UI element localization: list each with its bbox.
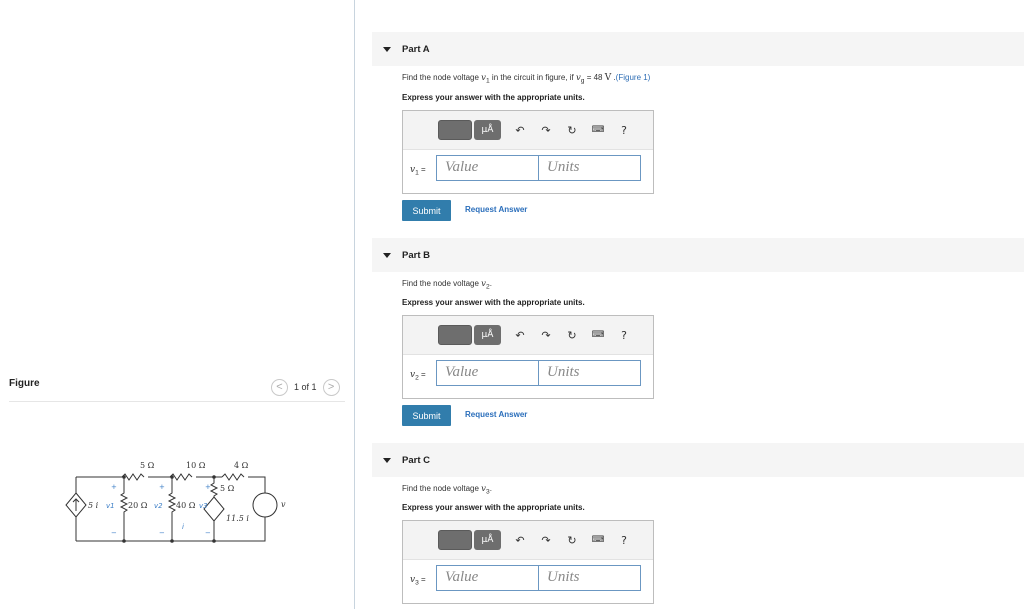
svg-text:−: −: [159, 529, 165, 537]
figure-link[interactable]: (Figure 1): [616, 73, 651, 82]
label-v3: v3: [199, 502, 208, 510]
keyboard-icon[interactable]: ⌨: [591, 122, 605, 138]
part-a-instruction: Express your answer with the appropriate…: [402, 93, 585, 102]
next-figure-button[interactable]: >: [322, 378, 340, 396]
templates-button[interactable]: [438, 120, 472, 140]
pane-divider[interactable]: [354, 0, 355, 609]
chevron-left-icon: <: [276, 380, 283, 393]
keyboard-icon[interactable]: ⌨: [591, 532, 605, 548]
label-source-5i: 5 i: [88, 501, 99, 510]
figure-pager: < 1 of 1 >: [271, 378, 340, 396]
units-input[interactable]: Units: [538, 360, 641, 386]
v3-label: v3 =: [410, 575, 426, 587]
figure-pane: Figure < 1 of 1 > 5 Ω 10 Ω 4 Ω 20 Ω 40 Ω…: [0, 0, 354, 609]
part-b-header[interactable]: Part B: [372, 238, 1024, 272]
svg-text:+: +: [205, 483, 211, 491]
value-input[interactable]: Value: [436, 155, 539, 181]
part-a-question: Find the node voltage v1 in the circuit …: [402, 73, 651, 85]
svg-text:+: +: [111, 483, 117, 491]
label-v1: v1: [106, 502, 115, 510]
part-b-submit-button[interactable]: Submit: [402, 405, 451, 426]
templates-button[interactable]: [438, 530, 472, 550]
circuit-diagram[interactable]: 5 Ω 10 Ω 4 Ω 20 Ω 40 Ω 5 Ω 5 i 11.5 i v …: [62, 455, 292, 555]
label-v2: v2: [154, 502, 163, 510]
undo-icon[interactable]: ↶: [513, 327, 527, 343]
chevron-right-icon: >: [327, 380, 335, 393]
reset-icon[interactable]: ↻: [565, 122, 579, 138]
reset-icon[interactable]: ↻: [565, 532, 579, 548]
label-r-40-ohm: 40 Ω: [176, 501, 196, 510]
part-b-question: Find the node voltage v2.: [402, 279, 492, 291]
caret-down-icon: [383, 457, 391, 463]
figure-title: Figure: [9, 378, 40, 389]
label-r-4-ohm: 4 Ω: [234, 461, 249, 470]
units-button[interactable]: μÅ: [474, 120, 501, 140]
figure-page-label: 1 of 1: [294, 382, 317, 392]
caret-down-icon: [383, 46, 391, 52]
label-source-11-5i: 11.5 i: [226, 514, 249, 523]
label-r-5b-ohm: 5 Ω: [220, 484, 235, 493]
keyboard-icon[interactable]: ⌨: [591, 327, 605, 343]
part-c-answer-box: μÅ ↶ ↷ ↻ ⌨ ? v3 = Value Units: [402, 520, 654, 604]
value-input[interactable]: Value: [436, 360, 539, 386]
svg-text:−: −: [111, 529, 117, 537]
part-c-header[interactable]: Part C: [372, 443, 1024, 477]
svg-text:−: −: [205, 529, 211, 537]
part-a-submit-button[interactable]: Submit: [402, 200, 451, 221]
label-current: i: [182, 523, 184, 531]
part-b-request-answer-link[interactable]: Request Answer: [465, 410, 527, 419]
units-input[interactable]: Units: [538, 565, 641, 591]
undo-icon[interactable]: ↶: [513, 122, 527, 138]
redo-icon[interactable]: ↷: [539, 327, 553, 343]
redo-icon[interactable]: ↷: [539, 532, 553, 548]
reset-icon[interactable]: ↻: [565, 327, 579, 343]
redo-icon[interactable]: ↷: [539, 122, 553, 138]
caret-down-icon: [383, 252, 391, 258]
label-r-20-ohm: 20 Ω: [128, 501, 148, 510]
part-b-instruction: Express your answer with the appropriate…: [402, 298, 585, 307]
part-a-request-answer-link[interactable]: Request Answer: [465, 205, 527, 214]
part-c-instruction: Express your answer with the appropriate…: [402, 503, 585, 512]
label-r-5-ohm: 5 Ω: [140, 461, 155, 470]
units-input[interactable]: Units: [538, 155, 641, 181]
figure-divider: [9, 401, 345, 402]
part-b-answer-box: μÅ ↶ ↷ ↻ ⌨ ? v2 = Value Units: [402, 315, 654, 399]
part-a-answer-box: μÅ ↶ ↷ ↻ ⌨ ? v1 = Value Units: [402, 110, 654, 194]
v1-label: v1 =: [410, 165, 426, 177]
help-icon[interactable]: ?: [617, 532, 631, 548]
label-vg: v: [281, 500, 286, 509]
math-toolbar: μÅ ↶ ↷ ↻ ⌨ ?: [403, 316, 653, 355]
svg-text:+: +: [159, 483, 165, 491]
units-button[interactable]: μÅ: [474, 530, 501, 550]
math-toolbar: μÅ ↶ ↷ ↻ ⌨ ?: [403, 521, 653, 560]
undo-icon[interactable]: ↶: [513, 532, 527, 548]
part-a-title: Part A: [402, 43, 430, 55]
part-c-question: Find the node voltage v3.: [402, 484, 492, 496]
templates-button[interactable]: [438, 325, 472, 345]
value-input[interactable]: Value: [436, 565, 539, 591]
math-toolbar: μÅ ↶ ↷ ↻ ⌨ ?: [403, 111, 653, 150]
units-button[interactable]: μÅ: [474, 325, 501, 345]
part-c-title: Part C: [402, 454, 430, 466]
help-icon[interactable]: ?: [617, 327, 631, 343]
part-b-title: Part B: [402, 249, 430, 261]
label-r-10-ohm: 10 Ω: [186, 461, 206, 470]
part-a-header[interactable]: Part A: [372, 32, 1024, 66]
v2-label: v2 =: [410, 370, 426, 382]
prev-figure-button[interactable]: <: [271, 378, 288, 396]
help-icon[interactable]: ?: [617, 122, 631, 138]
